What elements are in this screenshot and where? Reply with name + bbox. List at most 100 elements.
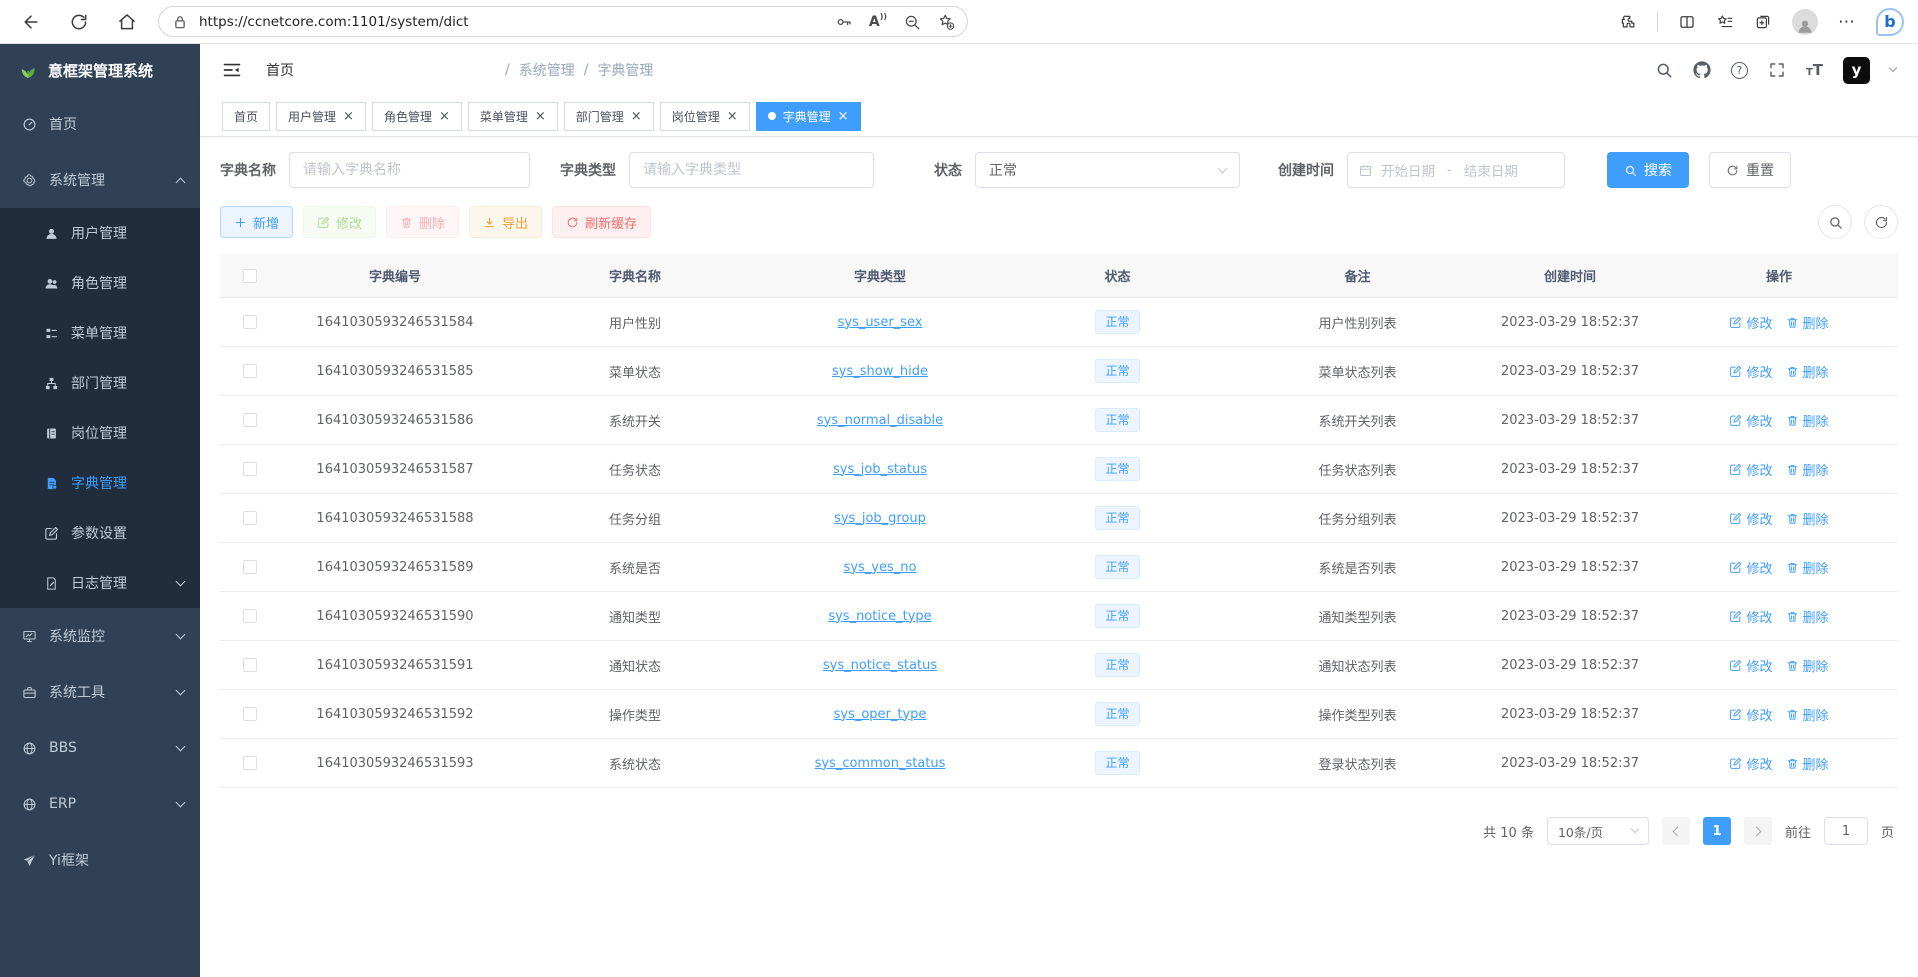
- row-delete-link[interactable]: 删除: [1786, 411, 1829, 430]
- dict-type-link[interactable]: sys_show_hide: [832, 364, 928, 379]
- row-edit-link[interactable]: 修改: [1729, 460, 1772, 479]
- edit-button[interactable]: 修改: [303, 206, 376, 238]
- dict-type-link[interactable]: sys_notice_type: [828, 609, 931, 624]
- row-checkbox[interactable]: [243, 511, 257, 525]
- sidebar-item-tools[interactable]: 系统工具: [0, 664, 200, 720]
- dict-type-link[interactable]: sys_oper_type: [834, 707, 927, 722]
- sidebar-item-dict[interactable]: 字典管理: [0, 458, 200, 508]
- sidebar-item-monitor[interactable]: 系统监控: [0, 608, 200, 664]
- page-size-select[interactable]: 10条/页: [1547, 817, 1649, 845]
- goto-page-input[interactable]: [1824, 817, 1868, 845]
- dict-type-link[interactable]: sys_common_status: [815, 756, 946, 771]
- row-edit-link[interactable]: 修改: [1729, 705, 1772, 724]
- row-checkbox[interactable]: [243, 560, 257, 574]
- sidebar-item-bbs[interactable]: BBS: [0, 720, 200, 776]
- row-edit-link[interactable]: 修改: [1729, 607, 1772, 626]
- collections-icon[interactable]: [1754, 13, 1772, 31]
- url-text[interactable]: https://ccnetcore.com:1101/system/dict: [199, 14, 825, 30]
- dict-type-link[interactable]: sys_yes_no: [844, 560, 917, 575]
- row-checkbox[interactable]: [243, 413, 257, 427]
- collapse-sidebar-icon[interactable]: [222, 60, 242, 80]
- row-delete-link[interactable]: 删除: [1786, 362, 1829, 381]
- refresh-cache-button[interactable]: 刷新缓存: [552, 206, 651, 238]
- row-edit-link[interactable]: 修改: [1729, 558, 1772, 577]
- show-search-button[interactable]: [1818, 205, 1852, 239]
- row-edit-link[interactable]: 修改: [1729, 411, 1772, 430]
- bing-chat-icon[interactable]: b: [1876, 8, 1904, 36]
- row-delete-link[interactable]: 删除: [1786, 607, 1829, 626]
- split-screen-icon[interactable]: [1678, 13, 1696, 31]
- address-bar[interactable]: https://ccnetcore.com:1101/system/dict A…: [158, 6, 968, 37]
- export-button[interactable]: 导出: [469, 206, 542, 238]
- refresh-table-button[interactable]: [1864, 205, 1898, 239]
- row-checkbox[interactable]: [243, 756, 257, 770]
- search-icon[interactable]: [1655, 61, 1673, 79]
- close-icon[interactable]: ×: [439, 110, 450, 123]
- tab-role[interactable]: 角色管理×: [372, 102, 462, 131]
- dict-type-link[interactable]: sys_job_status: [833, 462, 927, 477]
- row-checkbox[interactable]: [243, 364, 257, 378]
- row-edit-link[interactable]: 修改: [1729, 754, 1772, 773]
- row-delete-link[interactable]: 删除: [1786, 509, 1829, 528]
- close-icon[interactable]: ×: [838, 110, 849, 123]
- github-icon[interactable]: [1693, 61, 1711, 79]
- row-checkbox[interactable]: [243, 658, 257, 672]
- row-edit-link[interactable]: 修改: [1729, 362, 1772, 381]
- sidebar-item-user[interactable]: 用户管理: [0, 208, 200, 258]
- user-avatar-logo[interactable]: y: [1843, 57, 1870, 84]
- sidebar-item-log[interactable]: 日志管理: [0, 558, 200, 608]
- dict-type-link[interactable]: sys_normal_disable: [817, 413, 943, 428]
- browser-essentials-icon[interactable]: [1619, 13, 1637, 31]
- close-icon[interactable]: ×: [343, 110, 354, 123]
- row-checkbox[interactable]: [243, 707, 257, 721]
- tab-dict-active[interactable]: 字典管理×: [756, 102, 861, 131]
- row-edit-link[interactable]: 修改: [1729, 656, 1772, 675]
- row-checkbox[interactable]: [243, 609, 257, 623]
- dict-type-link[interactable]: sys_notice_status: [823, 658, 937, 673]
- add-favorite-icon[interactable]: [937, 13, 955, 31]
- select-all-checkbox[interactable]: [243, 269, 257, 283]
- sidebar-item-role[interactable]: 角色管理: [0, 258, 200, 308]
- next-page-button[interactable]: [1744, 817, 1772, 845]
- breadcrumb-system[interactable]: 系统管理: [519, 60, 575, 80]
- row-checkbox[interactable]: [243, 315, 257, 329]
- row-delete-link[interactable]: 删除: [1786, 705, 1829, 724]
- browser-profile-avatar[interactable]: [1792, 9, 1818, 35]
- page-number-button[interactable]: 1: [1703, 817, 1731, 845]
- dict-name-input[interactable]: [289, 152, 530, 188]
- row-delete-link[interactable]: 删除: [1786, 754, 1829, 773]
- sidebar-item-param[interactable]: 参数设置: [0, 508, 200, 558]
- avatar-dropdown-icon[interactable]: [1889, 64, 1897, 72]
- row-delete-link[interactable]: 删除: [1786, 656, 1829, 675]
- breadcrumb-home[interactable]: 首页: [266, 60, 496, 80]
- browser-more-icon[interactable]: ⋯: [1838, 12, 1856, 32]
- help-icon[interactable]: ?: [1731, 62, 1748, 79]
- fullscreen-icon[interactable]: [1768, 61, 1786, 79]
- close-icon[interactable]: ×: [535, 110, 546, 123]
- tab-home[interactable]: 首页: [222, 102, 270, 131]
- row-edit-link[interactable]: 修改: [1729, 313, 1772, 332]
- password-key-icon[interactable]: [835, 13, 853, 31]
- dict-type-link[interactable]: sys_user_sex: [838, 315, 923, 330]
- tab-post[interactable]: 岗位管理×: [660, 102, 750, 131]
- row-checkbox[interactable]: [243, 462, 257, 476]
- read-aloud-icon[interactable]: A)): [869, 14, 887, 30]
- row-delete-link[interactable]: 删除: [1786, 313, 1829, 332]
- sidebar-item-post[interactable]: 岗位管理: [0, 408, 200, 458]
- text-size-icon[interactable]: TT: [1806, 63, 1823, 78]
- sidebar-item-dept[interactable]: 部门管理: [0, 358, 200, 408]
- row-edit-link[interactable]: 修改: [1729, 509, 1772, 528]
- close-icon[interactable]: ×: [727, 110, 738, 123]
- dict-type-input[interactable]: [629, 152, 874, 188]
- close-icon[interactable]: ×: [631, 110, 642, 123]
- search-button[interactable]: 搜索: [1607, 152, 1689, 188]
- row-delete-link[interactable]: 删除: [1786, 460, 1829, 479]
- browser-refresh-button[interactable]: [62, 5, 96, 39]
- sidebar-item-menu[interactable]: 菜单管理: [0, 308, 200, 358]
- zoom-out-icon[interactable]: [903, 13, 921, 31]
- row-delete-link[interactable]: 删除: [1786, 558, 1829, 577]
- prev-page-button[interactable]: [1662, 817, 1690, 845]
- status-select[interactable]: 正常: [975, 152, 1240, 188]
- tab-dept[interactable]: 部门管理×: [564, 102, 654, 131]
- tab-user[interactable]: 用户管理×: [276, 102, 366, 131]
